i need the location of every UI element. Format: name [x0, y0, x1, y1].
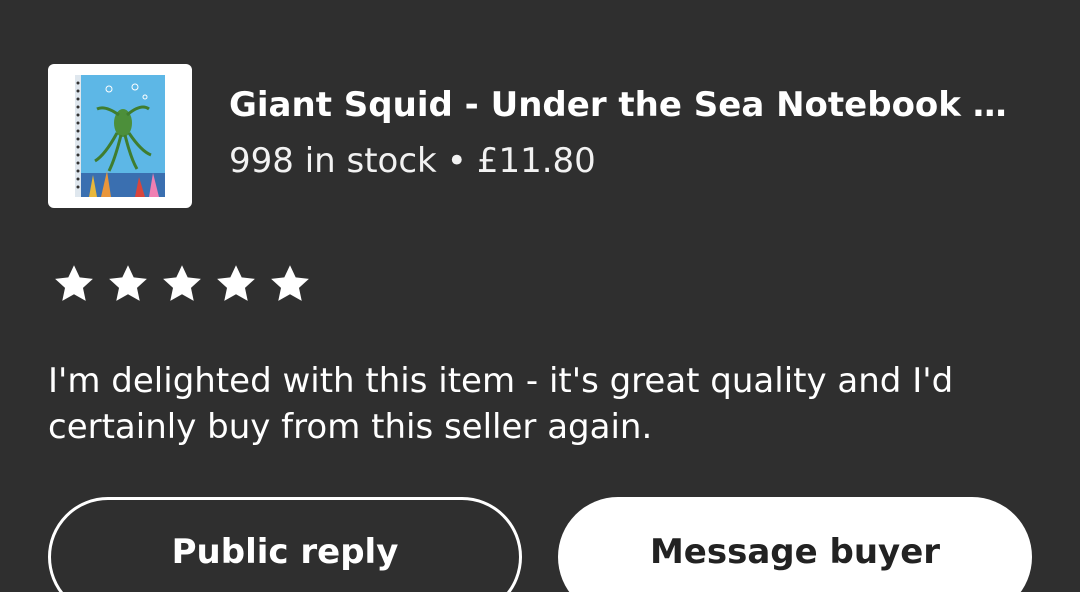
listing-thumbnail[interactable]	[48, 64, 192, 208]
listing-title[interactable]: Giant Squid - Under the Sea Notebook | .…	[229, 83, 1019, 127]
meta-separator: •	[446, 141, 467, 181]
review-card: Giant Squid - Under the Sea Notebook | .…	[0, 0, 1080, 592]
public-reply-label: Public reply	[171, 532, 399, 572]
listing-meta: 998 in stock • £11.80	[229, 139, 1029, 183]
star-icon	[109, 265, 147, 301]
notebook-thumbnail-image	[75, 75, 165, 197]
public-reply-button[interactable]: Public reply	[48, 497, 522, 592]
star-icon	[163, 265, 201, 301]
listing-info: Giant Squid - Under the Sea Notebook | .…	[229, 85, 1029, 183]
star-icon	[217, 265, 255, 301]
stock-count: 998 in stock	[229, 141, 437, 181]
review-text: I'm delighted with this item - it's grea…	[48, 361, 954, 447]
listing-price: £11.80	[476, 141, 596, 181]
star-icon	[55, 265, 93, 301]
message-buyer-label: Message buyer	[649, 532, 941, 572]
star-icon	[271, 265, 309, 301]
star-rating	[52, 262, 322, 306]
listing-row[interactable]: Giant Squid - Under the Sea Notebook | .…	[48, 64, 1029, 208]
message-buyer-button[interactable]: Message buyer	[558, 497, 1032, 592]
